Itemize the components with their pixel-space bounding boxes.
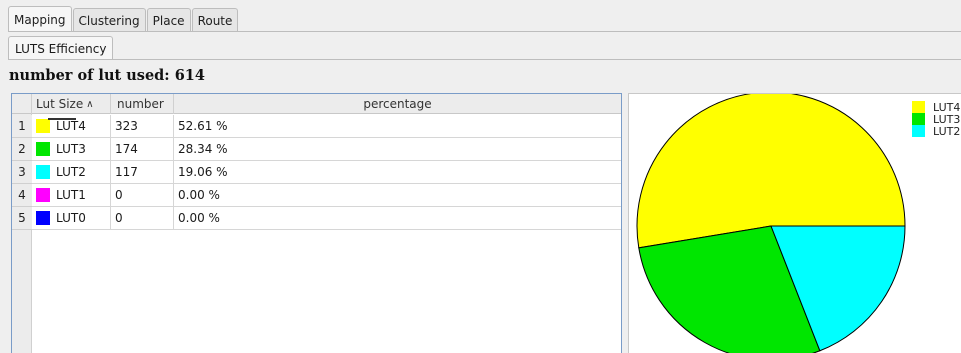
- tab-label: Route: [197, 13, 233, 28]
- number-cell[interactable]: 0: [111, 207, 174, 230]
- chart-legend: LUT4 LUT3 LUT2: [912, 101, 961, 138]
- pie-chart-panel: LUT4 LUT3 LUT2: [628, 91, 961, 353]
- tab-label: Place: [152, 13, 185, 28]
- tabbar-divider: [8, 31, 961, 32]
- legend-swatch: [912, 113, 925, 125]
- lut-size-cell[interactable]: LUT1: [32, 184, 111, 207]
- cell-edit-cursor: [48, 118, 76, 120]
- percentage-cell[interactable]: 28.34 %: [174, 138, 621, 161]
- lut-name: LUT1: [56, 188, 86, 202]
- legend-label: LUT2: [933, 124, 961, 138]
- header-label: number: [117, 97, 164, 111]
- percentage-cell[interactable]: 52.61 %: [174, 115, 621, 138]
- column-header-lut-size[interactable]: Lut Size ∧: [32, 94, 111, 114]
- color-swatch: [36, 119, 50, 133]
- number-cell[interactable]: 0: [111, 184, 174, 207]
- tab-route[interactable]: Route: [191, 8, 239, 32]
- row-number: 3: [12, 161, 32, 184]
- tab-clustering[interactable]: Clustering: [72, 8, 146, 32]
- row-number: 5: [12, 207, 32, 230]
- legend-swatch: [912, 125, 925, 137]
- table-row[interactable]: 5 LUT0 0 0.00 %: [12, 207, 621, 230]
- color-swatch: [36, 188, 50, 202]
- table-row[interactable]: 1 LUT4 323 52.61 %: [12, 115, 621, 138]
- lut-name: LUT2: [56, 165, 86, 179]
- header-label: percentage: [363, 97, 432, 111]
- pie-slice-lut4: [636, 91, 906, 249]
- tab-place[interactable]: Place: [146, 8, 191, 32]
- lut-size-cell[interactable]: LUT3: [32, 138, 111, 161]
- table-row[interactable]: 3 LUT2 117 19.06 %: [12, 161, 621, 184]
- main-tabbar: Mapping Clustering Place Route: [8, 6, 239, 32]
- color-swatch: [36, 142, 50, 156]
- number-cell[interactable]: 174: [111, 138, 174, 161]
- tab-label: LUTS Efficiency: [15, 41, 107, 56]
- table-row[interactable]: 4 LUT1 0 0.00 %: [12, 184, 621, 207]
- sort-ascending-icon: ∧: [86, 98, 94, 110]
- column-header-number[interactable]: number: [111, 94, 174, 114]
- legend-item: LUT3: [912, 113, 961, 126]
- table-header: Lut Size ∧ number percentage: [12, 94, 621, 114]
- lut-name: LUT4: [56, 119, 86, 133]
- tab-luts-efficiency[interactable]: LUTS Efficiency: [8, 36, 114, 60]
- color-swatch: [36, 165, 50, 179]
- row-number: 2: [12, 138, 32, 161]
- column-header-percentage[interactable]: percentage: [174, 94, 621, 114]
- table-row[interactable]: 2 LUT3 174 28.34 %: [12, 138, 621, 161]
- percentage-cell[interactable]: 0.00 %: [174, 184, 621, 207]
- app-window: Mapping Clustering Place Route LUTS Effi…: [0, 0, 961, 353]
- number-cell[interactable]: 117: [111, 161, 174, 184]
- percentage-cell[interactable]: 19.06 %: [174, 161, 621, 184]
- lut-size-cell[interactable]: LUT2: [32, 161, 111, 184]
- legend-swatch: [912, 101, 925, 113]
- row-number: 4: [12, 184, 32, 207]
- subtab-divider: [8, 59, 961, 60]
- lut-name: LUT3: [56, 142, 86, 156]
- lut-count-summary: number of lut used: 614: [9, 66, 205, 84]
- tab-label: Clustering: [78, 13, 140, 28]
- corner-header: [12, 94, 32, 114]
- lut-size-cell[interactable]: LUT0: [32, 207, 111, 230]
- number-cell[interactable]: 323: [111, 115, 174, 138]
- lut-name: LUT0: [56, 211, 86, 225]
- color-swatch: [36, 211, 50, 225]
- lut-table[interactable]: Lut Size ∧ number percentage 1 LUT4 323 …: [11, 93, 622, 353]
- row-number: 1: [12, 115, 32, 138]
- percentage-cell[interactable]: 0.00 %: [174, 207, 621, 230]
- legend-item: LUT4: [912, 101, 961, 114]
- tab-label: Mapping: [14, 12, 66, 27]
- header-label: Lut Size: [36, 97, 84, 111]
- sub-tabbar: LUTS Efficiency: [8, 36, 114, 60]
- tab-mapping[interactable]: Mapping: [8, 6, 72, 32]
- legend-item: LUT2: [912, 124, 961, 138]
